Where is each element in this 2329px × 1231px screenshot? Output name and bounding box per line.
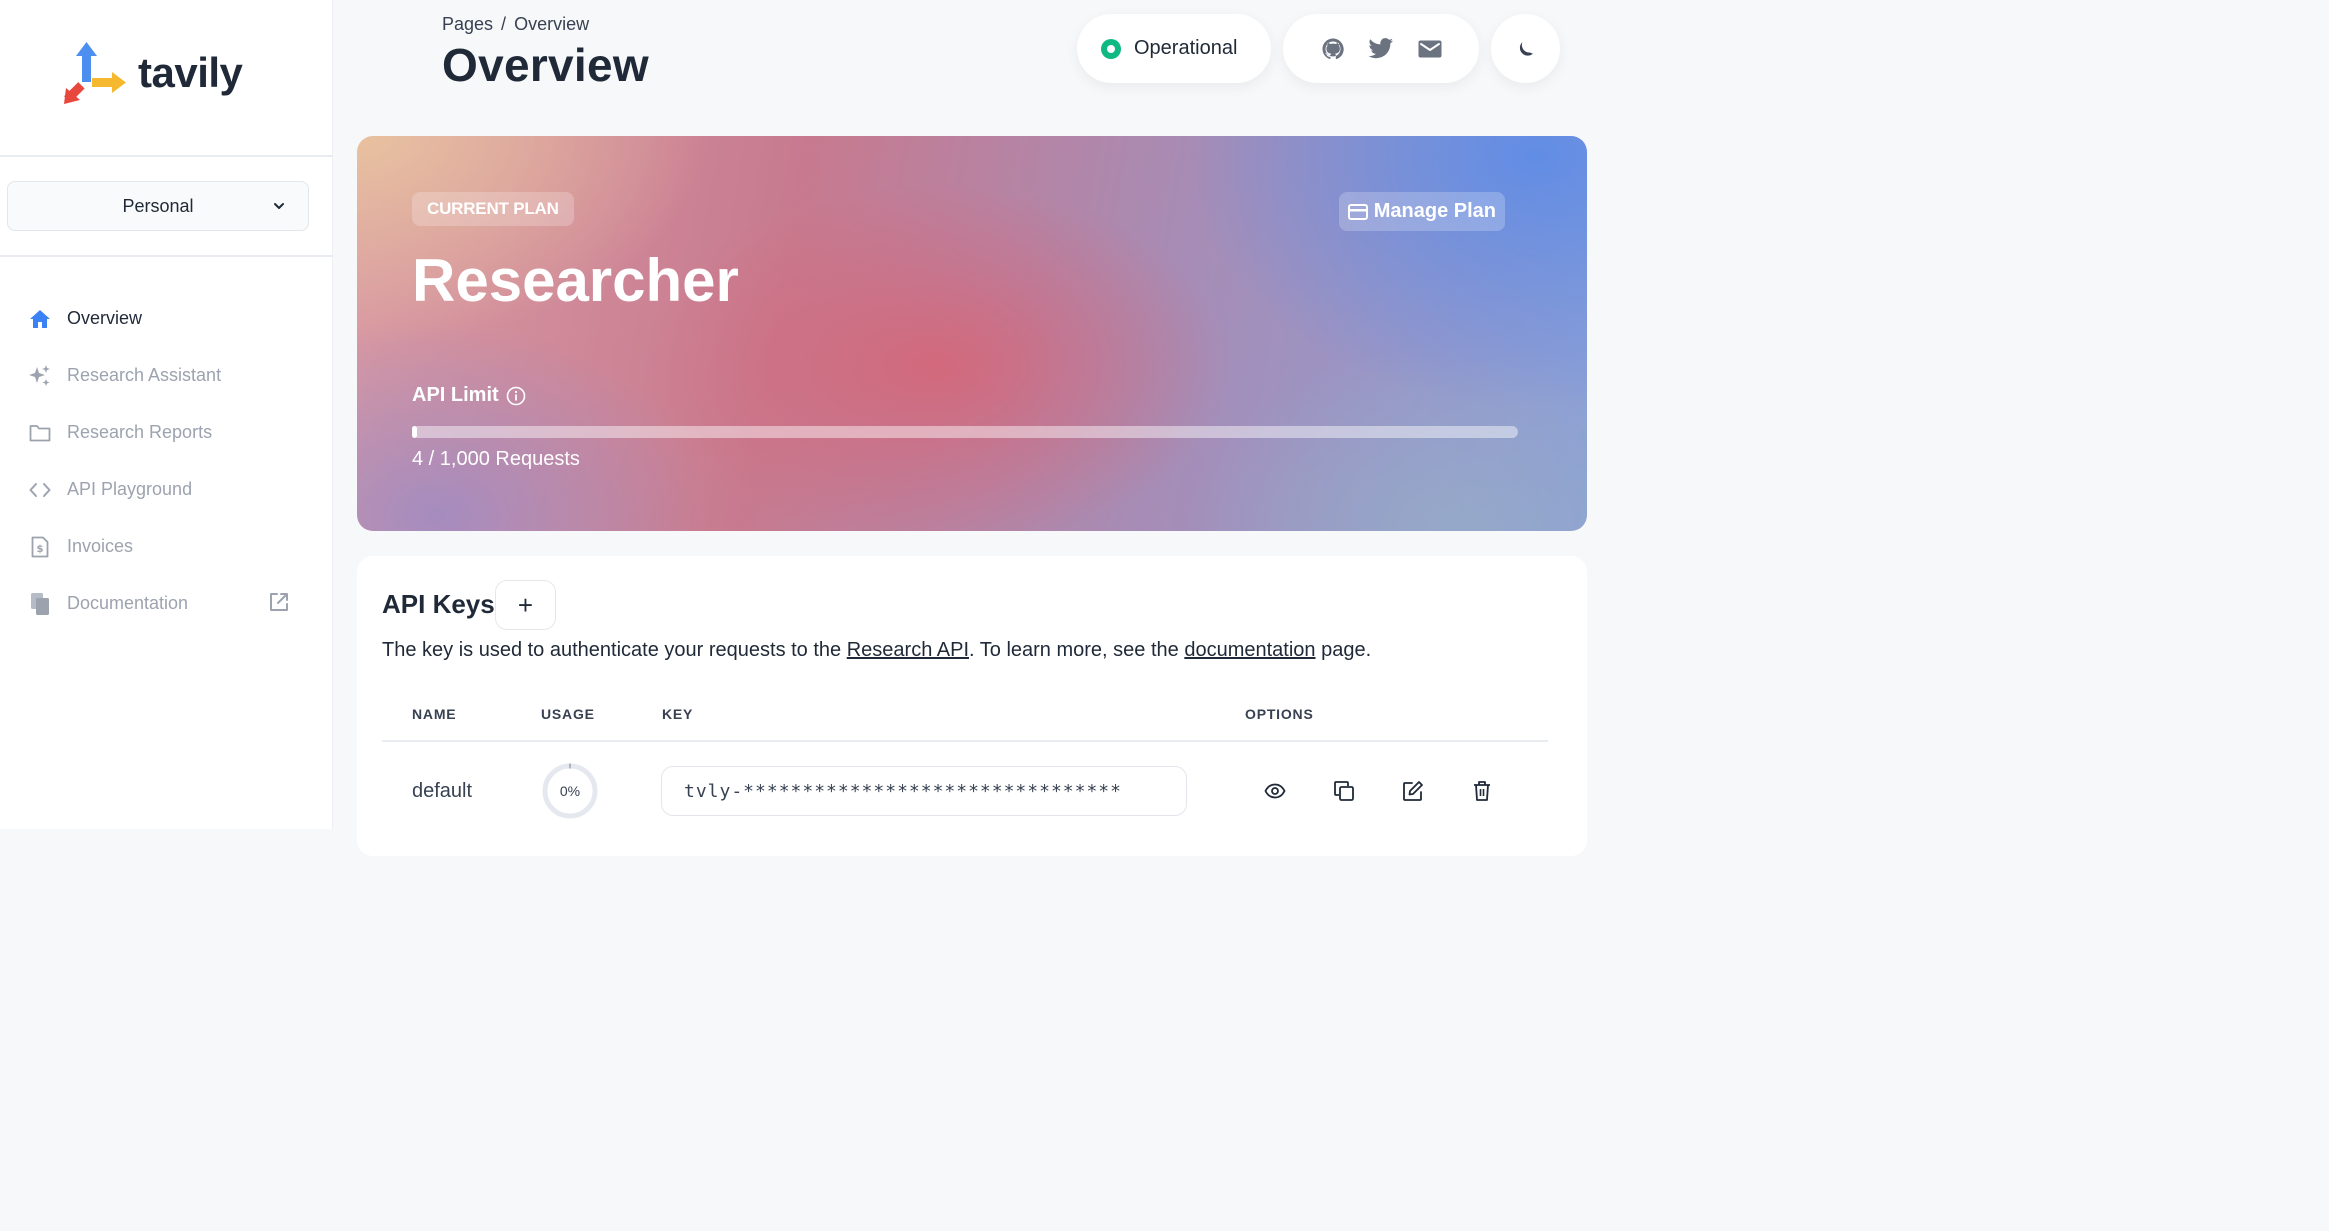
sidebar-divider [0,255,333,257]
api-limit-label: API Limit [412,384,526,407]
sidebar-item-label: Overview [67,308,143,328]
sidebar-item-label: Research Reports [67,422,213,442]
breadcrumb-separator: / [501,14,507,34]
breadcrumb-parent[interactable]: Pages [442,14,493,34]
research-api-link[interactable]: Research API [847,639,969,661]
api-limit-progress-fill [412,426,417,438]
mail-icon[interactable] [1418,40,1442,58]
edit-icon[interactable] [1400,778,1426,804]
sidebar-item-research-assistant[interactable]: Research Assistant [28,347,308,404]
description-text: . To learn more, see the [969,639,1185,661]
column-header-options: OPTIONS [1245,706,1314,722]
sidebar: tavily Personal Overview Research Assist… [0,0,333,829]
external-link-icon[interactable] [268,591,290,613]
copy-icon[interactable] [1331,778,1357,804]
tavily-logo-icon [64,42,126,104]
api-keys-title: API Keys [382,589,495,619]
workspace-select[interactable]: Personal [7,181,309,231]
github-icon[interactable] [1321,37,1345,61]
status-dot-icon [1101,38,1121,59]
social-links [1283,14,1479,83]
breadcrumb: Pages / Overview [442,14,589,35]
credit-card-icon [1347,203,1368,220]
sidebar-item-invoices[interactable]: $ Invoices [28,518,308,575]
theme-toggle[interactable] [1491,14,1560,83]
manage-plan-button[interactable]: Manage Plan [1338,192,1505,231]
trash-icon[interactable] [1469,778,1495,804]
sidebar-item-documentation[interactable]: Documentation [28,575,308,632]
add-api-key-button[interactable]: + [495,580,556,630]
manage-plan-label: Manage Plan [1373,200,1496,222]
documents-icon [28,592,52,616]
documentation-link[interactable]: documentation [1184,639,1315,661]
brand-name: tavily [138,49,243,96]
column-header-name[interactable]: NAME [412,706,456,722]
sidebar-nav: Overview Research Assistant Research Rep… [28,290,308,632]
api-key-usage: 0% [559,783,581,799]
description-text: The key is used to authenticate your req… [382,639,847,661]
moon-icon [1519,41,1533,56]
status-text: Operational [1134,37,1238,59]
code-icon [28,478,52,502]
twitter-icon[interactable] [1368,37,1394,60]
plan-name: Researcher [412,247,739,314]
info-icon[interactable] [506,386,526,406]
column-header-key[interactable]: KEY [662,706,693,722]
sidebar-item-research-reports[interactable]: Research Reports [28,404,308,461]
workspace-select-value: Personal [122,195,194,216]
column-header-usage[interactable]: USAGE [541,706,595,722]
api-key-field[interactable]: tvly-******************************** [661,766,1187,816]
brand-logo[interactable]: tavily [62,42,243,104]
description-text: page. [1315,639,1372,661]
sidebar-item-label: Research Assistant [67,365,222,385]
sidebar-item-label: Documentation [67,593,189,613]
chevron-down-icon [274,203,284,209]
api-keys-description: The key is used to authenticate your req… [382,639,1371,662]
sidebar-item-label: Invoices [67,536,134,556]
sidebar-item-overview[interactable]: Overview [28,290,308,347]
current-plan-badge: CURRENT PLAN [412,192,574,226]
invoice-icon: $ [28,535,52,559]
folder-icon [28,421,52,445]
api-keys-card: API Keys + The key is used to authentica… [357,556,1587,856]
sidebar-item-api-playground[interactable]: API Playground [28,461,308,518]
sidebar-item-label: API Playground [67,479,193,499]
sparkles-icon [28,364,52,388]
home-icon [28,307,52,331]
api-key-name: default [412,780,473,802]
page-title: Overview [442,39,649,91]
eye-icon[interactable] [1262,778,1288,804]
status-indicator[interactable]: Operational [1077,14,1271,83]
api-limit-progress-bar [412,426,1518,438]
current-plan-card: CURRENT PLAN Manage Plan Researcher API … [357,136,1587,531]
sidebar-divider [0,155,333,157]
breadcrumb-current: Overview [514,14,590,34]
table-header-divider [382,740,1548,742]
api-limit-text: API Limit [412,384,499,406]
svg-text:$: $ [37,544,44,555]
api-usage-text: 4 / 1,000 Requests [412,448,580,470]
app-root: tavily Personal Overview Research Assist… [0,0,1587,856]
